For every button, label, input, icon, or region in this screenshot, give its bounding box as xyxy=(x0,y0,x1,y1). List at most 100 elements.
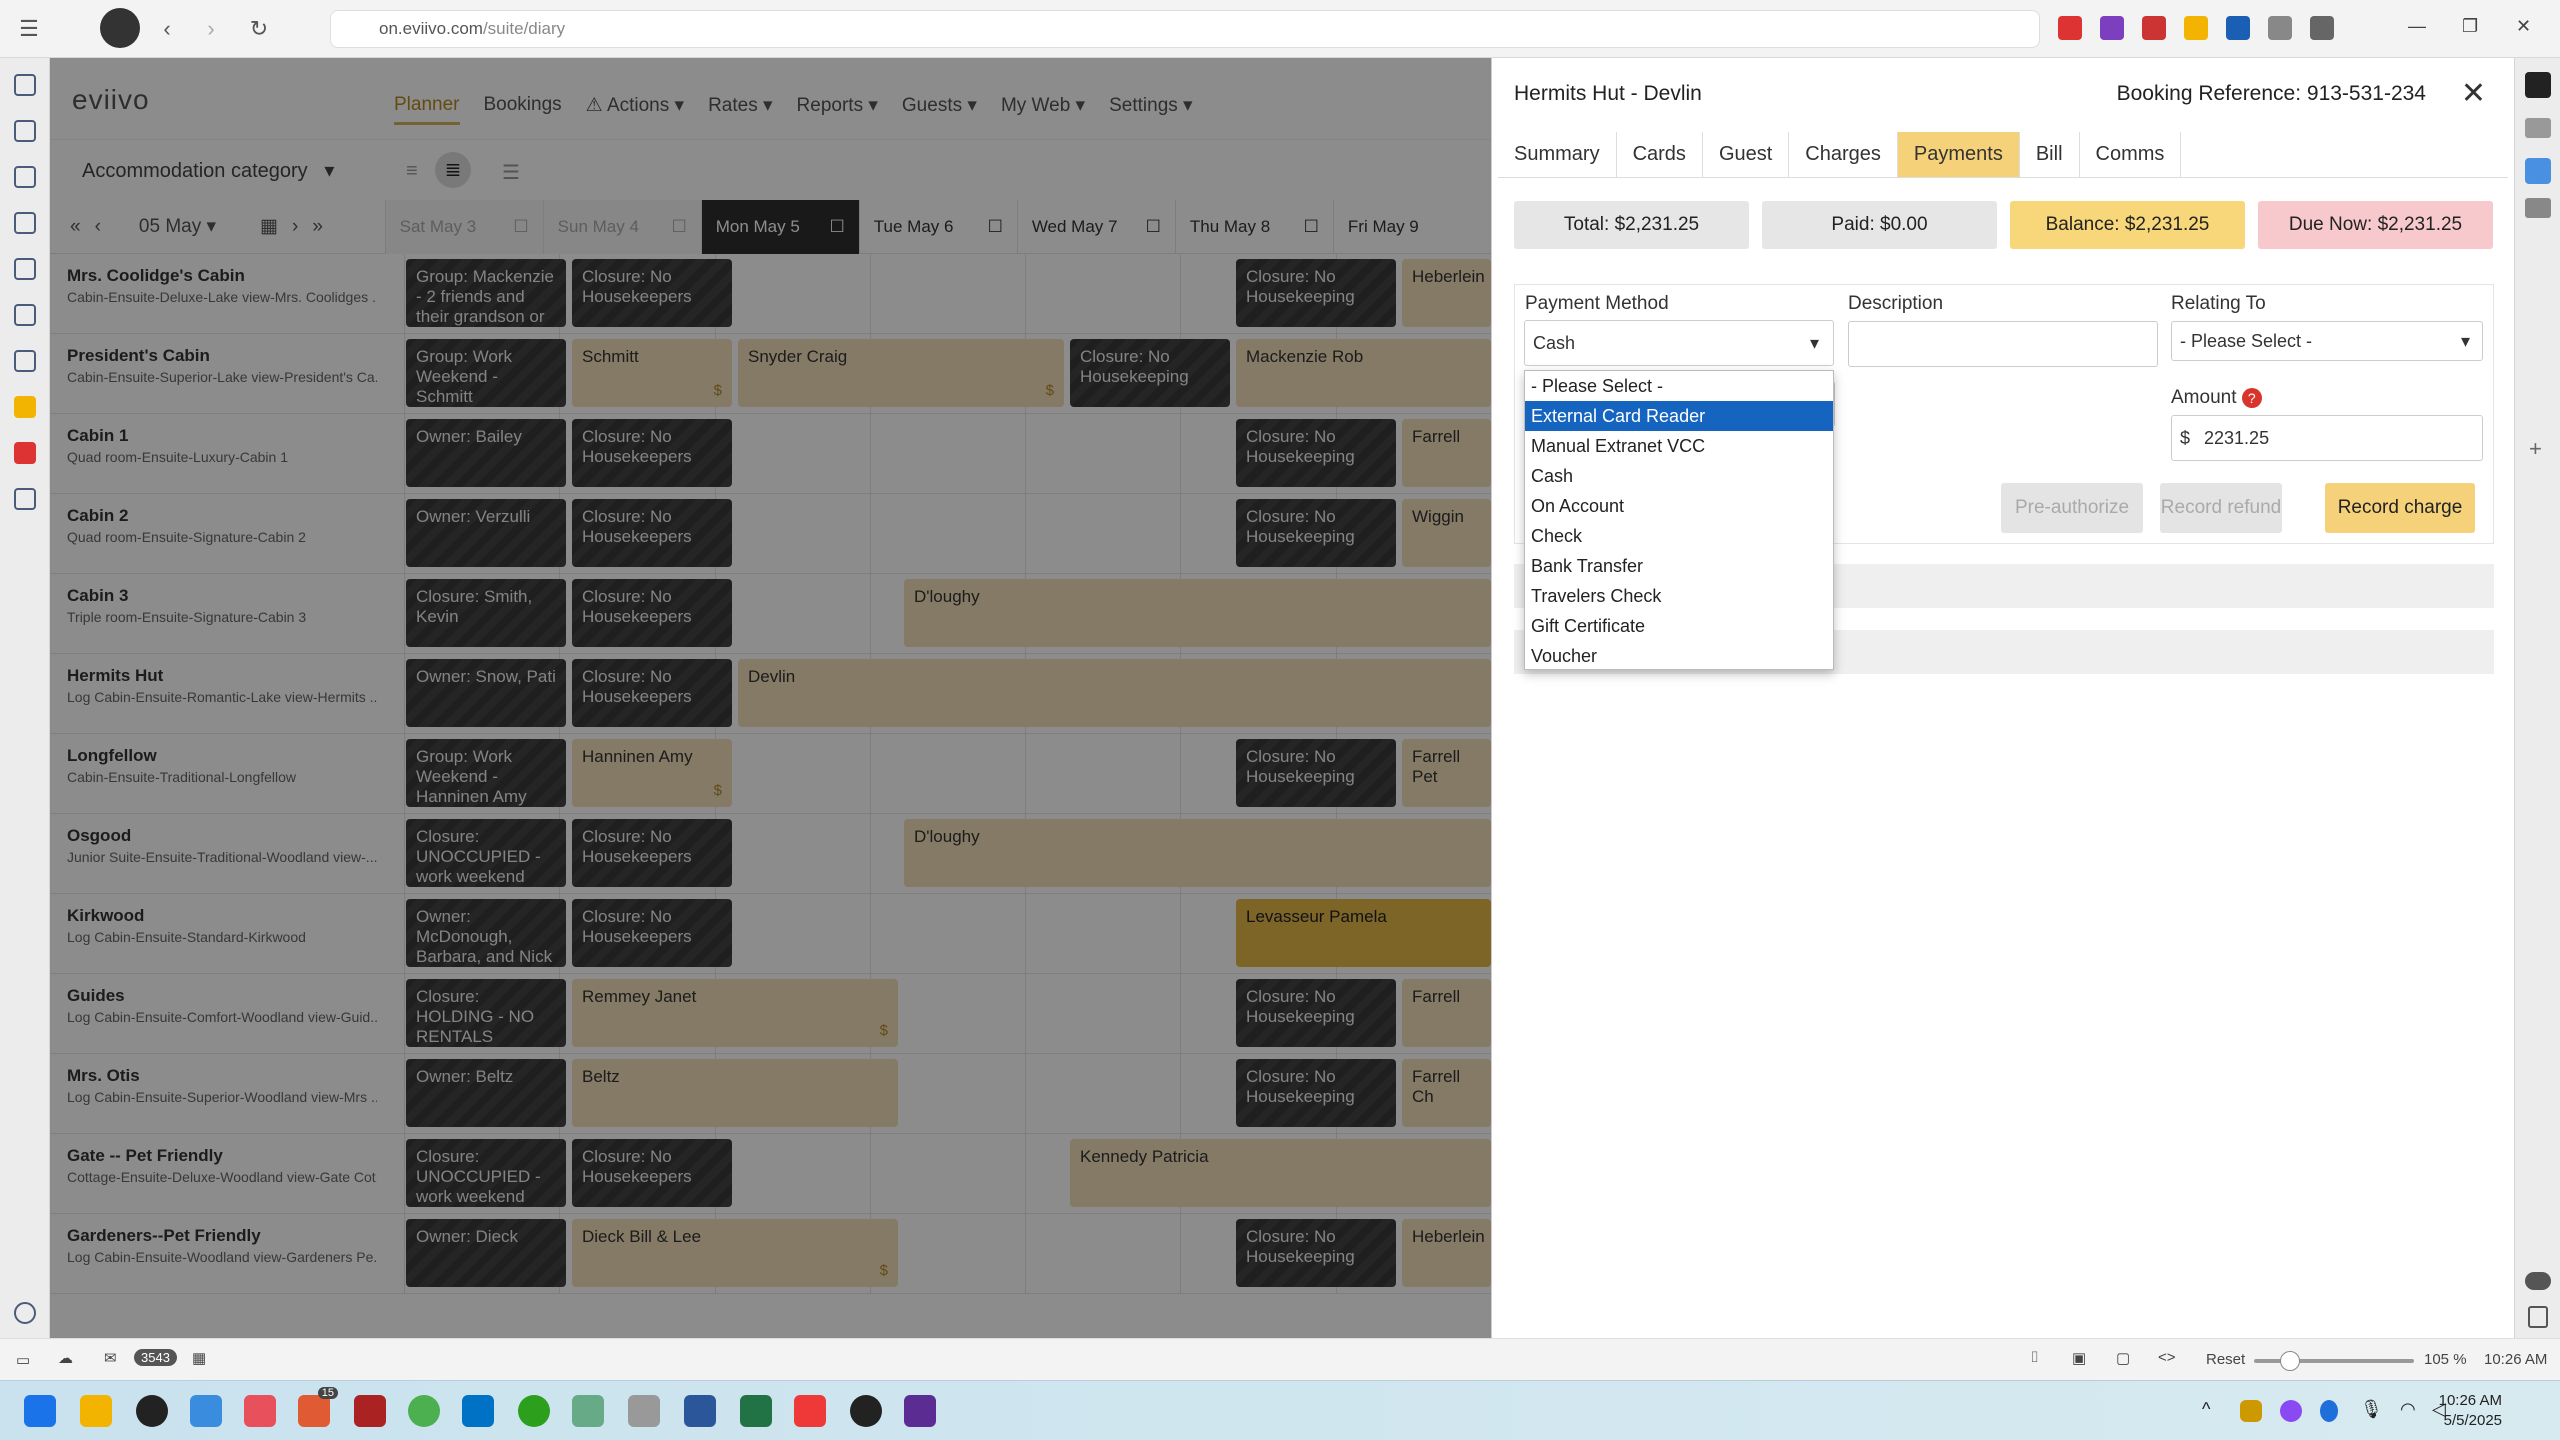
closure-block[interactable]: Group: Work Weekend - Schmitt xyxy=(406,339,566,407)
nav-reports[interactable]: Reports ▾ xyxy=(797,94,878,125)
booking-block[interactable]: Schmitt $ xyxy=(572,339,732,407)
dropdown-option[interactable]: Bank Transfer xyxy=(1525,551,1833,581)
grid-view-icon[interactable]: ☰ xyxy=(502,160,520,185)
dropdown-option[interactable]: Voucher xyxy=(1525,641,1833,671)
day-cell[interactable] xyxy=(869,734,1025,814)
closure-block[interactable]: Closure: No Housekeepers xyxy=(572,1139,732,1207)
back-icon[interactable]: ‹ xyxy=(152,14,182,44)
date-picker[interactable]: 05 May ▾ xyxy=(139,215,216,238)
dropdown-option-highlighted[interactable]: External Card Reader xyxy=(1525,401,1833,431)
app-icon[interactable] xyxy=(850,1395,882,1427)
closure-block[interactable]: Closure: HOLDING - NO RENTALS xyxy=(406,979,566,1047)
closure-block[interactable]: Closure: No Housekeepers xyxy=(572,419,732,487)
room-label[interactable]: Gate -- Pet Friendly Cottage-Ensuite-Delu… xyxy=(67,1146,377,1185)
day-header[interactable]: Sun May 4 ☐ xyxy=(542,200,701,254)
booking-block[interactable]: Levasseur Pamela xyxy=(1236,899,1491,967)
checkbox-icon[interactable]: ☐ xyxy=(513,217,528,237)
calendar-icon[interactable]: ▦ xyxy=(260,215,278,238)
wifi-icon[interactable]: ◠ xyxy=(2400,1399,2416,1420)
room-label[interactable]: Guides Log Cabin-Ensuite-Comfort-Woodland… xyxy=(67,986,377,1025)
nav-planner[interactable]: Planner xyxy=(394,94,460,125)
extension-icon[interactable] xyxy=(2142,16,2166,40)
excel-icon[interactable] xyxy=(740,1395,772,1427)
day-cell[interactable] xyxy=(714,254,870,334)
nav-settings[interactable]: Settings ▾ xyxy=(1109,94,1192,125)
day-cell[interactable] xyxy=(1025,734,1180,814)
notes-icon[interactable] xyxy=(14,212,36,234)
day-cell[interactable] xyxy=(1025,974,1180,1054)
closure-block[interactable]: Closure: No Housekeeping xyxy=(1236,1219,1396,1287)
extension-icon[interactable] xyxy=(2058,16,2082,40)
closure-block[interactable]: Owner: Bailey xyxy=(406,419,566,487)
vivaldi-icon[interactable] xyxy=(794,1395,826,1427)
closure-block[interactable]: Closure: Smith, Kevin xyxy=(406,579,566,647)
layers-icon[interactable] xyxy=(2310,16,2334,40)
closure-block[interactable]: Closure: No Housekeeping xyxy=(1236,419,1396,487)
booking-block[interactable]: Farrell Pet xyxy=(1402,739,1491,807)
day-cell[interactable] xyxy=(714,734,870,814)
zoom-reset[interactable]: Reset xyxy=(2206,1351,2245,1368)
outlook-icon[interactable] xyxy=(462,1395,494,1427)
room-label[interactable]: Cabin 2 Quad room-Ensuite-Signature-Cabin… xyxy=(67,506,377,545)
code-icon[interactable]: <> xyxy=(2158,1349,2176,1366)
day-cell[interactable] xyxy=(1025,414,1180,494)
nav-myweb[interactable]: My Web ▾ xyxy=(1001,94,1085,125)
booking-block[interactable]: Snyder Craig $ xyxy=(738,339,1064,407)
day-cell[interactable] xyxy=(714,1134,870,1214)
camera-icon[interactable]: ⌷ xyxy=(2030,1349,2039,1366)
dropdown-option[interactable]: On Account xyxy=(1525,491,1833,521)
mail-icon[interactable]: ✉ xyxy=(104,1349,117,1367)
tab-charges[interactable]: Charges xyxy=(1789,132,1898,177)
compact-view-icon[interactable]: ≣ xyxy=(435,152,471,188)
app-icon[interactable]: 15 xyxy=(298,1387,338,1427)
dropdown-option[interactable]: Cash xyxy=(1525,461,1833,491)
tab-cards[interactable]: Cards xyxy=(1617,132,1703,177)
day-cell[interactable] xyxy=(869,414,1025,494)
add-panel-icon[interactable] xyxy=(14,488,36,510)
app-icon[interactable] xyxy=(572,1395,604,1427)
tasks-icon[interactable] xyxy=(14,258,36,280)
closure-block[interactable]: Closure: No Housekeepers xyxy=(572,899,732,967)
day-header[interactable]: Fri May 9 xyxy=(1332,200,1491,254)
day-cell[interactable] xyxy=(869,494,1025,574)
chrome-icon[interactable] xyxy=(408,1395,440,1427)
checkbox-icon[interactable]: ☐ xyxy=(1146,217,1161,237)
bluetooth-icon[interactable] xyxy=(2320,1400,2338,1422)
accommodation-category-select[interactable]: Accommodation category ▾ xyxy=(82,158,334,183)
room-label[interactable]: Cabin 3 Triple room-Ensuite-Signature-Cab… xyxy=(67,586,377,625)
closure-block[interactable]: Closure: No Housekeepers xyxy=(572,499,732,567)
day-cell[interactable] xyxy=(714,574,870,654)
day-header[interactable]: Sat May 3 ☐ xyxy=(384,200,543,254)
close-window-icon[interactable]: ✕ xyxy=(2516,16,2531,37)
tray-icon[interactable] xyxy=(2280,1400,2302,1422)
closure-block[interactable]: Closure: No Housekeeping xyxy=(1236,499,1396,567)
right-icon[interactable]: › xyxy=(292,216,298,238)
closure-block[interactable]: Closure: No Housekeepers xyxy=(572,819,732,887)
pre-authorize-button[interactable]: Pre-authorize xyxy=(2001,483,2143,533)
app-icon[interactable] xyxy=(2525,72,2551,98)
closure-block[interactable]: Group: Mackenzie - 2 friends and their g… xyxy=(406,259,566,327)
app-icon[interactable] xyxy=(628,1395,660,1427)
extension-icon[interactable] xyxy=(2226,16,2250,40)
booking-block[interactable]: Remmey Janet $ xyxy=(572,979,898,1047)
day-cell[interactable] xyxy=(869,254,1025,334)
booking-block[interactable]: Dieck Bill & Lee $ xyxy=(572,1219,898,1287)
panel-toggle-icon[interactable]: ▭ xyxy=(16,1351,30,1369)
app-icon[interactable] xyxy=(2525,158,2551,184)
room-label[interactable]: Cabin 1 Quad room-Ensuite-Luxury-Cabin 1 xyxy=(67,426,377,465)
calendar-icon[interactable]: ▦ xyxy=(192,1349,206,1367)
day-cell[interactable] xyxy=(1025,494,1180,574)
drive-icon[interactable] xyxy=(2184,16,2208,40)
app-icon[interactable] xyxy=(14,442,36,464)
booking-block[interactable]: Farrell xyxy=(1402,979,1491,1047)
cloud-icon[interactable]: ☁ xyxy=(58,1349,73,1367)
tab-summary[interactable]: Summary xyxy=(1498,132,1617,177)
forward-icon[interactable]: › xyxy=(196,14,226,44)
closure-block[interactable]: Closure: No Housekeepers xyxy=(572,579,732,647)
word-icon[interactable] xyxy=(684,1395,716,1427)
eviivo-logo[interactable]: eviivo xyxy=(72,84,150,116)
file-explorer-icon[interactable] xyxy=(80,1395,112,1427)
closure-block[interactable]: Closure: No Housekeeping xyxy=(1236,979,1396,1047)
day-header[interactable]: Wed May 7 ☐ xyxy=(1016,200,1175,254)
day-cell[interactable] xyxy=(714,894,870,974)
